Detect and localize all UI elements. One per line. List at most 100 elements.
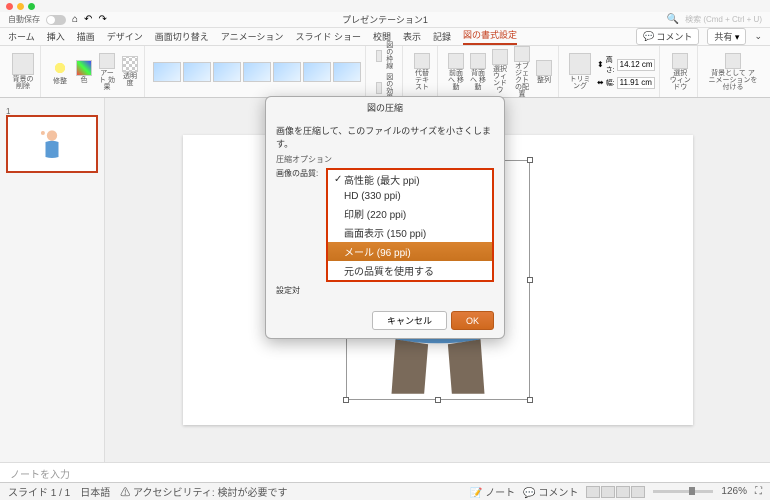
picture-styles-gallery[interactable] — [153, 62, 361, 82]
tab-draw[interactable]: 描画 — [77, 30, 95, 43]
tab-view[interactable]: 表示 — [403, 30, 421, 43]
home-icon[interactable]: ⌂ — [72, 14, 78, 25]
picture-border-button[interactable]: 図の枠線 — [374, 40, 398, 72]
accessibility-status[interactable]: ⚠ アクセシビリティ: 検討が必要です — [120, 484, 287, 499]
selection-icon — [492, 49, 508, 65]
quality-option-hd[interactable]: HD (330 ppi) — [328, 189, 492, 204]
slide-counter[interactable]: スライド 1 / 1 — [8, 484, 70, 499]
mac-titlebar — [0, 0, 770, 12]
dialog-title: 図の圧縮 — [266, 97, 504, 118]
sorter-view-button[interactable] — [601, 486, 615, 498]
tab-transitions[interactable]: 画面切り替え — [155, 30, 209, 43]
share-button[interactable]: 共有 ▾ — [707, 28, 746, 45]
reading-view-button[interactable] — [616, 486, 630, 498]
artistic-effects-button[interactable]: アート 効果 — [97, 51, 117, 93]
notes-placeholder: ノートを入力 — [10, 470, 70, 481]
align-icon — [536, 60, 552, 76]
thumbnail-image — [39, 127, 65, 161]
comments-toggle[interactable]: 💬 コメント — [523, 484, 578, 499]
transparency-icon — [122, 56, 138, 72]
quality-dropdown[interactable]: ✓高性能 (最大 ppi) HD (330 ppi) 印刷 (220 ppi) … — [326, 168, 494, 282]
document-title: プレゼンテーション1 — [342, 13, 428, 26]
style-thumb[interactable] — [273, 62, 301, 82]
resize-handle[interactable] — [527, 277, 533, 283]
resize-handle[interactable] — [435, 397, 441, 403]
selection-pane-button[interactable]: 選択 ウィンドウ — [490, 47, 510, 96]
crop-button[interactable]: トリミング — [567, 51, 593, 92]
fit-to-window-button[interactable]: ⛶ — [755, 486, 762, 497]
autosave-toggle[interactable] — [46, 15, 66, 25]
tab-animations[interactable]: アニメーション — [221, 30, 284, 43]
comments-button[interactable]: 💬コメント — [636, 28, 699, 45]
zoom-slider[interactable] — [653, 490, 713, 493]
status-bar: スライド 1 / 1 日本語 ⚠ アクセシビリティ: 検討が必要です 📝 ノート… — [0, 482, 770, 500]
minimize-icon[interactable] — [17, 3, 24, 10]
remove-bg-icon — [12, 53, 34, 75]
send-backward-button[interactable]: 背面へ 移動 — [468, 51, 488, 93]
collapse-ribbon-icon[interactable]: ⌄ — [754, 31, 762, 42]
normal-view-button[interactable] — [586, 486, 600, 498]
border-icon — [376, 50, 382, 62]
style-thumb[interactable] — [183, 62, 211, 82]
language-status[interactable]: 日本語 — [80, 484, 110, 499]
tab-insert[interactable]: 挿入 — [47, 30, 65, 43]
search-placeholder[interactable]: 検索 (Cmd + Ctrl + U) — [685, 14, 762, 25]
object-position-button[interactable]: オブジェクト の配置 — [512, 44, 532, 100]
width-input[interactable] — [617, 77, 655, 89]
slideshow-view-button[interactable] — [631, 486, 645, 498]
quality-option-max[interactable]: ✓高性能 (最大 ppi) — [328, 170, 492, 189]
bring-forward-button[interactable]: 前面へ 移動 — [446, 51, 466, 93]
quality-option-print[interactable]: 印刷 (220 ppi) — [328, 204, 492, 223]
ok-button[interactable]: OK — [451, 311, 494, 330]
maximize-icon[interactable] — [28, 3, 35, 10]
quality-option-original[interactable]: 元の品質を使用する — [328, 261, 492, 280]
remove-background-button[interactable]: 背景の 削除 — [10, 51, 36, 92]
corrections-button[interactable]: 修整 — [49, 57, 71, 87]
alt-text-icon — [414, 53, 430, 69]
alt-text-button[interactable]: 代替 テキスト — [411, 51, 433, 93]
zoom-level[interactable]: 126% — [721, 486, 747, 497]
position-icon — [514, 46, 530, 62]
quality-option-mail[interactable]: メール (96 ppi) — [328, 242, 492, 261]
tab-picture-format[interactable]: 図の書式設定 — [463, 28, 517, 45]
style-thumb[interactable] — [213, 62, 241, 82]
animate-as-background-button[interactable]: 背景として アニメーションを付ける — [706, 51, 760, 93]
ribbon: 背景の 削除 修整 色 アート 効果 透明度 図の枠線 図の効果 代替 テキスト… — [0, 46, 770, 98]
style-thumb[interactable] — [243, 62, 271, 82]
style-thumb[interactable] — [153, 62, 181, 82]
resize-handle[interactable] — [527, 397, 533, 403]
options-header: 圧縮オプション — [276, 154, 494, 165]
search-icon[interactable]: 🔍 — [667, 14, 679, 25]
redo-icon[interactable]: ↷ — [98, 14, 106, 25]
selection-window-button[interactable]: 選択 ウィンドウ — [668, 51, 693, 93]
slide-thumbnail[interactable] — [6, 115, 98, 173]
height-icon: ⬍ — [597, 60, 604, 69]
height-input[interactable] — [617, 59, 655, 71]
corrections-icon — [51, 59, 69, 77]
align-button[interactable]: 整列 — [534, 58, 554, 86]
resize-handle[interactable] — [343, 397, 349, 403]
app-titlebar: 自動保存 ⌂ ↶ ↷ プレゼンテーション1 🔍 検索 (Cmd + Ctrl +… — [0, 12, 770, 28]
tab-record[interactable]: 記録 — [433, 30, 451, 43]
effects-icon — [376, 82, 382, 94]
tab-slideshow[interactable]: スライド ショー — [295, 30, 361, 43]
notes-toggle[interactable]: 📝 ノート — [470, 484, 515, 499]
height-label: 高さ: — [606, 55, 615, 75]
notes-pane[interactable]: ノートを入力 — [0, 462, 770, 482]
quality-label: 画像の品質: — [276, 168, 322, 179]
transparency-button[interactable]: 透明度 — [120, 54, 140, 89]
tab-home[interactable]: ホーム — [8, 30, 35, 43]
close-icon[interactable] — [6, 3, 13, 10]
cancel-button[interactable]: キャンセル — [372, 311, 447, 330]
tab-design[interactable]: デザイン — [107, 30, 143, 43]
anim-bg-icon — [725, 53, 741, 69]
resize-handle[interactable] — [527, 157, 533, 163]
forward-icon — [448, 53, 464, 69]
style-thumb[interactable] — [333, 62, 361, 82]
style-thumb[interactable] — [303, 62, 331, 82]
color-button[interactable]: 色 — [74, 58, 94, 86]
undo-icon[interactable]: ↶ — [84, 14, 92, 25]
crop-icon — [569, 53, 591, 75]
quality-option-screen[interactable]: 画面表示 (150 ppi) — [328, 223, 492, 242]
compress-pictures-dialog: 図の圧縮 画像を圧縮して、このファイルのサイズを小さくします。 圧縮オプション … — [265, 96, 505, 339]
